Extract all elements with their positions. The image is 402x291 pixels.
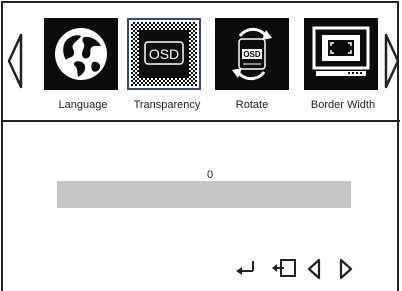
exit-icon[interactable] [270,258,298,278]
section-divider [1,120,400,122]
menu-item-label-rotate: Rotate [235,99,269,111]
globe-icon [55,28,107,80]
transparency-slider[interactable] [57,181,351,208]
scroll-left-icon[interactable] [6,33,24,89]
osd-transparency-icon: OSD [131,22,197,86]
osd-icon-text: OSD [149,46,179,62]
menu-item-label-border-width: Border Width [310,99,376,111]
menu-item-language[interactable] [44,18,118,90]
menu-item-label-language: Language [58,99,108,111]
menu-item-label-transparency: Transparency [133,99,201,111]
menu-item-transparency[interactable]: OSD [127,18,201,90]
osd-rotate-icon: OSD [232,27,272,81]
osd-icon-text: OSD [243,50,261,59]
right-arrow-icon[interactable] [338,258,354,280]
transparency-value: 0 [206,169,214,181]
menu-item-rotate[interactable]: OSD [215,18,289,90]
scroll-right-icon[interactable] [383,33,401,89]
menu-item-border-width[interactable] [304,18,378,90]
monitor-border-icon [312,26,370,76]
enter-icon[interactable] [234,258,256,278]
left-arrow-icon[interactable] [306,258,322,280]
